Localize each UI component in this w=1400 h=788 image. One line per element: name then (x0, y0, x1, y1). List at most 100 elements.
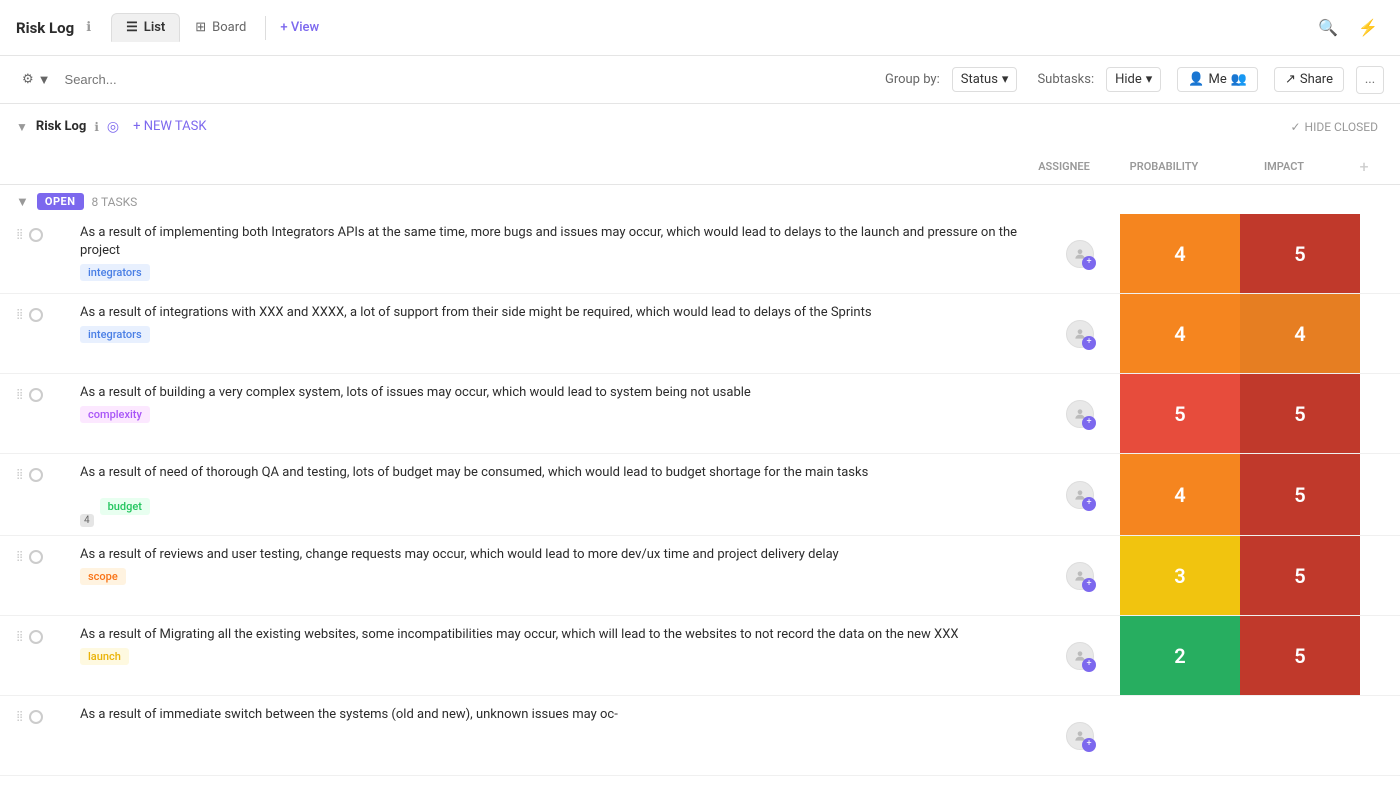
task-content: As a result of reviews and user testing,… (80, 536, 1040, 615)
avatar[interactable]: + (1066, 642, 1094, 670)
filter-dropdown-icon: ▼ (38, 72, 51, 88)
search-input[interactable] (65, 72, 265, 87)
tasks-list: ⣿ As a result of implementing both Integ… (0, 214, 1400, 776)
filter-button[interactable]: ⚙ ▼ (16, 68, 57, 92)
task-row[interactable]: ⣿ As a result of immediate switch betwee… (0, 696, 1400, 776)
task-checkbox[interactable] (29, 388, 43, 402)
task-left: ⣿ (0, 294, 80, 373)
checkmark-icon: ✓ (1290, 120, 1300, 134)
task-checkbox[interactable] (29, 710, 43, 724)
more-button[interactable]: ... (1356, 66, 1384, 94)
task-title: As a result of reviews and user testing,… (80, 546, 1032, 564)
task-tag[interactable]: complexity (80, 406, 150, 423)
drag-handle[interactable]: ⣿ (16, 631, 23, 642)
tab-list[interactable]: ☰ List (111, 13, 180, 42)
avatar[interactable]: + (1066, 320, 1094, 348)
bolt-icon[interactable]: ⚡ (1352, 12, 1384, 44)
task-left: ⣿ (0, 454, 80, 535)
add-assignee-icon[interactable]: + (1082, 497, 1096, 511)
avatar[interactable]: + (1066, 481, 1094, 509)
task-tags: complexity (80, 406, 1032, 423)
task-assignee: + (1040, 374, 1120, 453)
task-content: As a result of Migrating all the existin… (80, 616, 1040, 695)
task-row[interactable]: ⣿ As a result of implementing both Integ… (0, 214, 1400, 294)
add-column-icon[interactable]: + (1359, 157, 1368, 176)
task-probability: 5 (1120, 374, 1240, 453)
task-probability: 2 (1120, 616, 1240, 695)
board-icon: ⊞ (195, 20, 206, 35)
task-content: As a result of immediate switch between … (80, 696, 1040, 775)
impact-value: 5 (1240, 536, 1360, 615)
group-by-dropdown[interactable]: Status ▾ (952, 67, 1018, 92)
col-probability-header: PROBABILITY (1104, 160, 1224, 173)
task-assignee: + (1040, 454, 1120, 535)
add-view-button[interactable]: + View (270, 14, 329, 41)
task-row[interactable]: ⣿ As a result of need of thorough QA and… (0, 454, 1400, 536)
col-add-cell (1360, 616, 1400, 695)
avatar[interactable]: + (1066, 722, 1094, 750)
add-assignee-icon[interactable]: + (1082, 336, 1096, 350)
col-add-cell (1360, 536, 1400, 615)
tab-group: ☰ List ⊞ Board + View (111, 13, 329, 42)
section-info-icon[interactable]: ℹ (94, 120, 99, 134)
task-content: As a result of need of thorough QA and t… (80, 454, 1040, 535)
task-left: ⣿ (0, 374, 80, 453)
task-impact: 4 (1240, 294, 1360, 373)
task-title: As a result of need of thorough QA and t… (80, 464, 1032, 482)
add-assignee-icon[interactable]: + (1082, 416, 1096, 430)
task-row[interactable]: ⣿ As a result of reviews and user testin… (0, 536, 1400, 616)
automation-icon[interactable]: ◎ (107, 119, 119, 135)
col-add-cell (1360, 454, 1400, 535)
person-group-icon: 👥 (1231, 72, 1247, 87)
section-toggle[interactable]: ▼ (16, 120, 28, 134)
task-checkbox[interactable] (29, 308, 43, 322)
task-tags: launch (80, 648, 1032, 665)
task-checkbox[interactable] (29, 468, 43, 482)
task-row[interactable]: ⣿ As a result of integrations with XXX a… (0, 294, 1400, 374)
drag-handle[interactable]: ⣿ (16, 711, 23, 722)
avatar[interactable]: + (1066, 562, 1094, 590)
avatar[interactable]: + (1066, 400, 1094, 428)
share-icon: ↗ (1285, 72, 1296, 87)
drag-handle[interactable]: ⣿ (16, 229, 23, 240)
add-assignee-icon[interactable]: + (1082, 658, 1096, 672)
hide-closed-button[interactable]: ✓ HIDE CLOSED (1284, 117, 1384, 137)
tab-divider (265, 16, 266, 40)
avatar[interactable]: + (1066, 240, 1094, 268)
col-add-header[interactable]: + (1344, 157, 1384, 176)
info-icon[interactable]: ℹ (86, 20, 91, 35)
search-icon[interactable]: 🔍 (1312, 12, 1344, 44)
task-tag[interactable]: integrators (80, 326, 150, 343)
subtasks-dropdown[interactable]: Hide ▾ (1106, 67, 1161, 92)
section-title: Risk Log (36, 119, 86, 134)
task-tag[interactable]: integrators (80, 264, 150, 281)
add-assignee-icon[interactable]: + (1082, 256, 1096, 270)
task-row[interactable]: ⣿ As a result of Migrating all the exist… (0, 616, 1400, 696)
group-collapse-button[interactable]: ▼ (16, 194, 29, 210)
impact-value (1240, 696, 1360, 775)
drag-handle[interactable]: ⣿ (16, 469, 23, 480)
task-content: As a result of integrations with XXX and… (80, 294, 1040, 373)
new-task-button[interactable]: + NEW TASK (127, 116, 212, 137)
drag-handle[interactable]: ⣿ (16, 309, 23, 320)
task-checkbox[interactable] (29, 228, 43, 242)
task-checkbox[interactable] (29, 550, 43, 564)
task-tag[interactable]: launch (80, 648, 129, 665)
impact-value: 5 (1240, 454, 1360, 535)
task-impact: 5 (1240, 536, 1360, 615)
drag-handle[interactable]: ⣿ (16, 551, 23, 562)
me-button[interactable]: 👤 Me 👥 (1177, 67, 1258, 92)
add-assignee-icon[interactable]: + (1082, 738, 1096, 752)
task-tag[interactable]: scope (80, 568, 126, 585)
add-assignee-icon[interactable]: + (1082, 578, 1096, 592)
header: Risk Log ℹ ☰ List ⊞ Board + View 🔍 ⚡ (0, 0, 1400, 56)
tab-board[interactable]: ⊞ Board (180, 13, 261, 42)
task-left: ⣿ (0, 696, 80, 775)
share-button[interactable]: ↗ Share (1274, 67, 1344, 92)
task-row[interactable]: ⣿ As a result of building a very complex… (0, 374, 1400, 454)
drag-handle[interactable]: ⣿ (16, 389, 23, 400)
task-tag[interactable]: budget (100, 498, 150, 515)
task-probability: 4 (1120, 214, 1240, 293)
task-checkbox[interactable] (29, 630, 43, 644)
impact-value: 5 (1240, 374, 1360, 453)
